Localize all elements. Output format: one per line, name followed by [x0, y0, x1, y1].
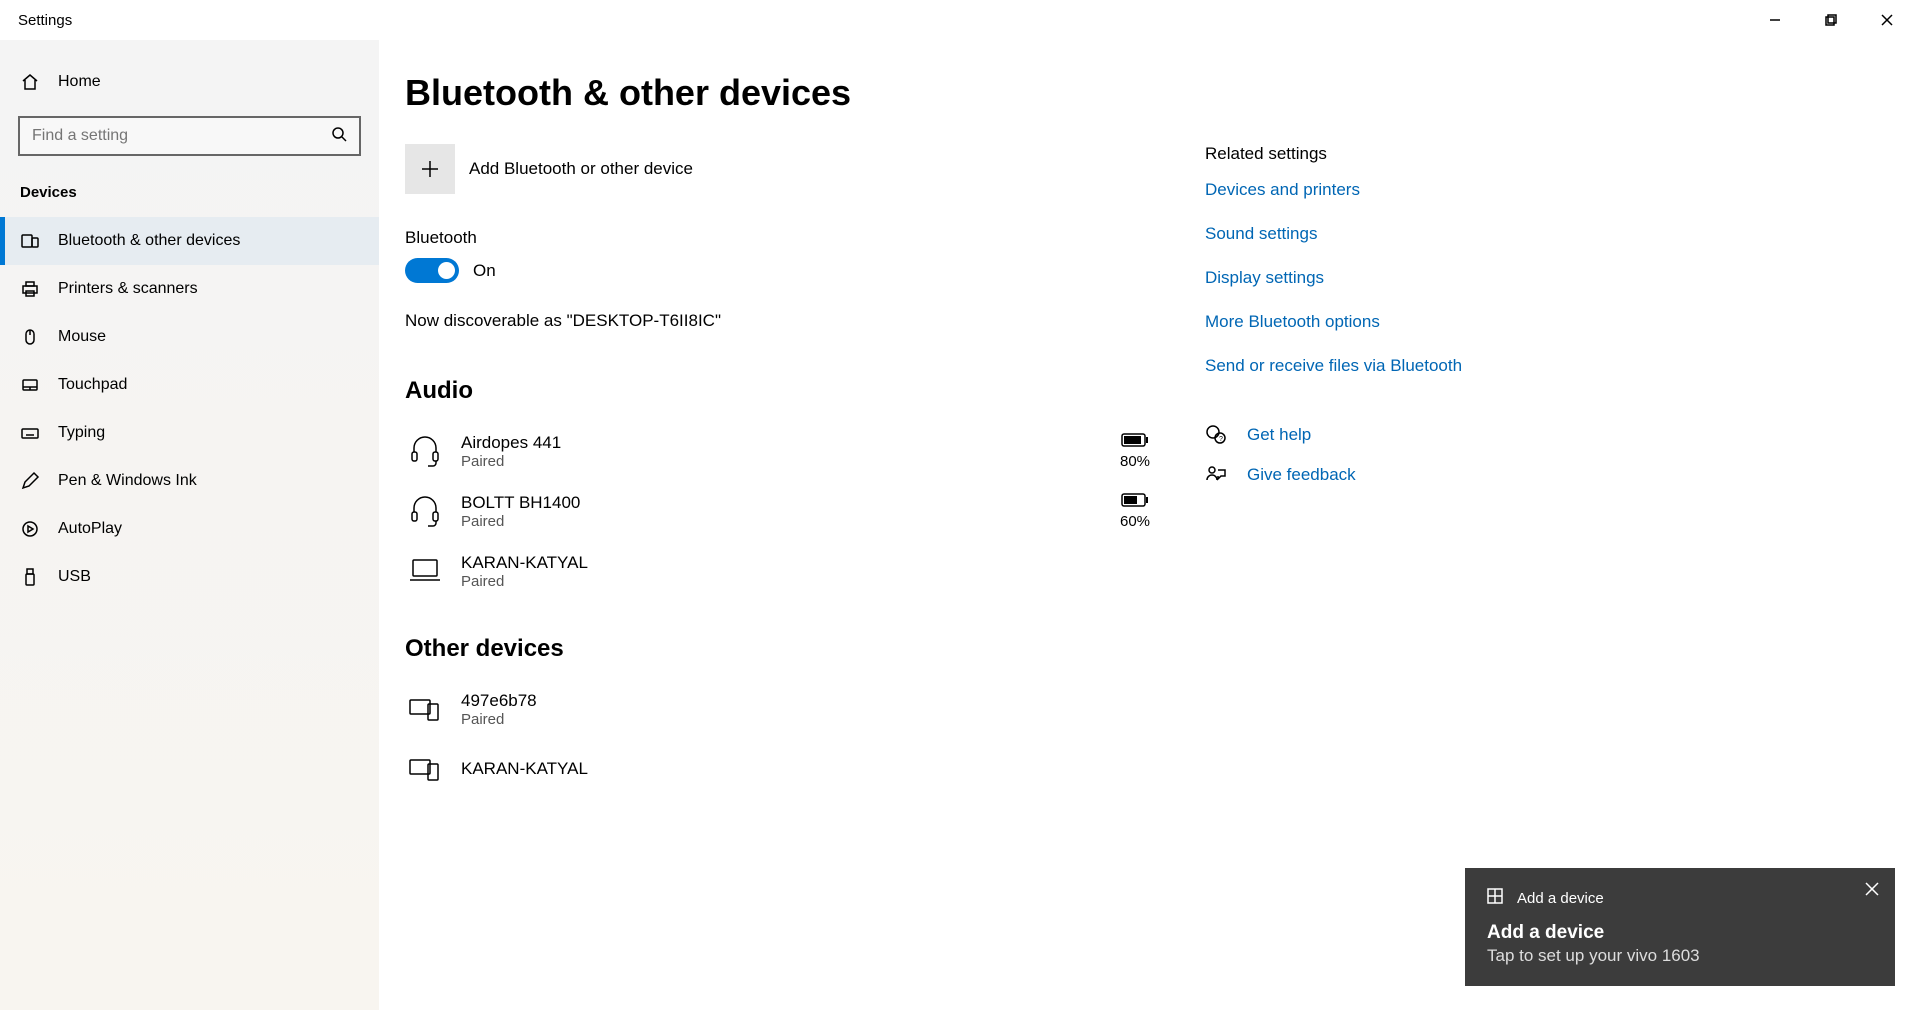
audio-device-row[interactable]: Airdopes 441 Paired 80% [405, 421, 1165, 481]
window-title: Settings [18, 12, 72, 29]
keyboard-icon [20, 423, 40, 443]
sidebar-item-pen[interactable]: Pen & Windows Ink [0, 457, 379, 505]
device-name: KARAN-KATYAL [461, 759, 1165, 779]
related-header: Related settings [1205, 144, 1462, 164]
toast-subtitle: Tap to set up your vivo 1603 [1487, 946, 1873, 966]
sidebar-item-typing[interactable]: Typing [0, 409, 379, 457]
sidebar-item-label: Bluetooth & other devices [58, 232, 240, 250]
sidebar-item-label: Typing [58, 424, 105, 442]
printer-icon [20, 279, 40, 299]
pen-icon [20, 471, 40, 491]
sidebar-item-touchpad[interactable]: Touchpad [0, 361, 379, 409]
sidebar-item-label: Pen & Windows Ink [58, 472, 197, 490]
plus-icon [420, 159, 440, 179]
sidebar-home-label: Home [58, 73, 101, 91]
other-device-row[interactable]: KARAN-KATYAL [405, 739, 1165, 799]
touchpad-icon [20, 375, 40, 395]
related-settings-panel: Related settings Devices and printers So… [1205, 144, 1462, 799]
bluetooth-device-icon [20, 231, 40, 251]
close-icon [1865, 882, 1879, 896]
minimize-button[interactable] [1747, 0, 1803, 40]
other-device-row[interactable]: 497e6b78 Paired [405, 679, 1165, 739]
device-name: BOLTT BH1400 [461, 493, 1105, 513]
audio-device-row[interactable]: BOLTT BH1400 Paired 60% [405, 481, 1165, 541]
sidebar-home[interactable]: Home [0, 60, 379, 104]
device-status: Paired [461, 573, 1165, 590]
add-device-row[interactable]: Add Bluetooth or other device [405, 144, 1165, 194]
get-help-row[interactable]: ? Get help [1205, 424, 1462, 446]
related-link-sound[interactable]: Sound settings [1205, 224, 1462, 244]
sidebar-item-printers[interactable]: Printers & scanners [0, 265, 379, 313]
sidebar-item-label: Mouse [58, 328, 106, 346]
add-device-label: Add Bluetooth or other device [469, 159, 693, 179]
headset-icon [405, 431, 445, 471]
svg-text:?: ? [1219, 436, 1223, 443]
sidebar-item-bluetooth[interactable]: Bluetooth & other devices [0, 217, 379, 265]
content: Bluetooth & other devices Add Bluetooth … [379, 40, 1915, 1010]
device-status: Paired [461, 453, 1105, 470]
bluetooth-label: Bluetooth [405, 228, 1165, 248]
audio-device-row[interactable]: KARAN-KATYAL Paired [405, 541, 1165, 601]
help-icon: ? [1205, 424, 1227, 446]
maximize-icon [1825, 14, 1837, 26]
add-device-button[interactable] [405, 144, 455, 194]
search-input-wrap[interactable] [18, 116, 361, 156]
toast-notification[interactable]: Add a device Add a device Tap to set up … [1465, 868, 1895, 986]
search-input[interactable] [32, 127, 331, 145]
mouse-icon [20, 327, 40, 347]
related-link-more-bluetooth[interactable]: More Bluetooth options [1205, 312, 1462, 332]
sidebar-item-label: AutoPlay [58, 520, 122, 538]
bluetooth-toggle-state: On [473, 261, 496, 281]
maximize-button[interactable] [1803, 0, 1859, 40]
sidebar-item-mouse[interactable]: Mouse [0, 313, 379, 361]
get-help-link: Get help [1247, 425, 1311, 445]
page-title: Bluetooth & other devices [405, 72, 1915, 114]
close-button[interactable] [1859, 0, 1915, 40]
device-name: 497e6b78 [461, 691, 1165, 711]
device-status: Paired [461, 513, 1105, 530]
close-icon [1881, 14, 1893, 26]
discoverable-text: Now discoverable as "DESKTOP-T6II8IC" [405, 311, 1165, 331]
feedback-icon [1205, 464, 1227, 486]
sidebar-item-label: Printers & scanners [58, 280, 198, 298]
battery-icon [1121, 492, 1149, 508]
sidebar-item-label: Touchpad [58, 376, 127, 394]
sidebar-section-header: Devices [0, 174, 379, 217]
usb-icon [20, 567, 40, 587]
give-feedback-row[interactable]: Give feedback [1205, 464, 1462, 486]
device-battery-pct: 60% [1105, 513, 1165, 530]
device-status: Paired [461, 711, 1165, 728]
toast-close-button[interactable] [1865, 882, 1879, 901]
bluetooth-toggle[interactable] [405, 258, 459, 283]
battery-icon [1121, 432, 1149, 448]
give-feedback-link: Give feedback [1247, 465, 1356, 485]
search-icon [331, 126, 347, 147]
home-icon [20, 72, 40, 92]
toggle-knob [438, 262, 455, 279]
autoplay-icon [20, 519, 40, 539]
device-name: Airdopes 441 [461, 433, 1105, 453]
toast-title: Add a device [1487, 922, 1873, 944]
minimize-icon [1769, 14, 1781, 26]
sidebar-item-label: USB [58, 568, 91, 586]
section-other-title: Other devices [405, 635, 1165, 663]
multidevice-icon [405, 749, 445, 789]
sidebar: Home Devices Bluetooth & other devices P… [0, 40, 379, 1010]
headset-icon [405, 491, 445, 531]
toast-header-text: Add a device [1517, 890, 1604, 907]
titlebar: Settings [0, 0, 1915, 40]
section-audio-title: Audio [405, 377, 1165, 405]
sidebar-item-usb[interactable]: USB [0, 553, 379, 601]
device-name: KARAN-KATYAL [461, 553, 1165, 573]
sidebar-item-autoplay[interactable]: AutoPlay [0, 505, 379, 553]
device-battery-pct: 80% [1105, 453, 1165, 470]
related-link-devices-printers[interactable]: Devices and printers [1205, 180, 1462, 200]
toast-app-icon [1487, 888, 1503, 908]
laptop-icon [405, 551, 445, 591]
multidevice-icon [405, 689, 445, 729]
related-link-send-files[interactable]: Send or receive files via Bluetooth [1205, 356, 1462, 376]
related-link-display[interactable]: Display settings [1205, 268, 1462, 288]
